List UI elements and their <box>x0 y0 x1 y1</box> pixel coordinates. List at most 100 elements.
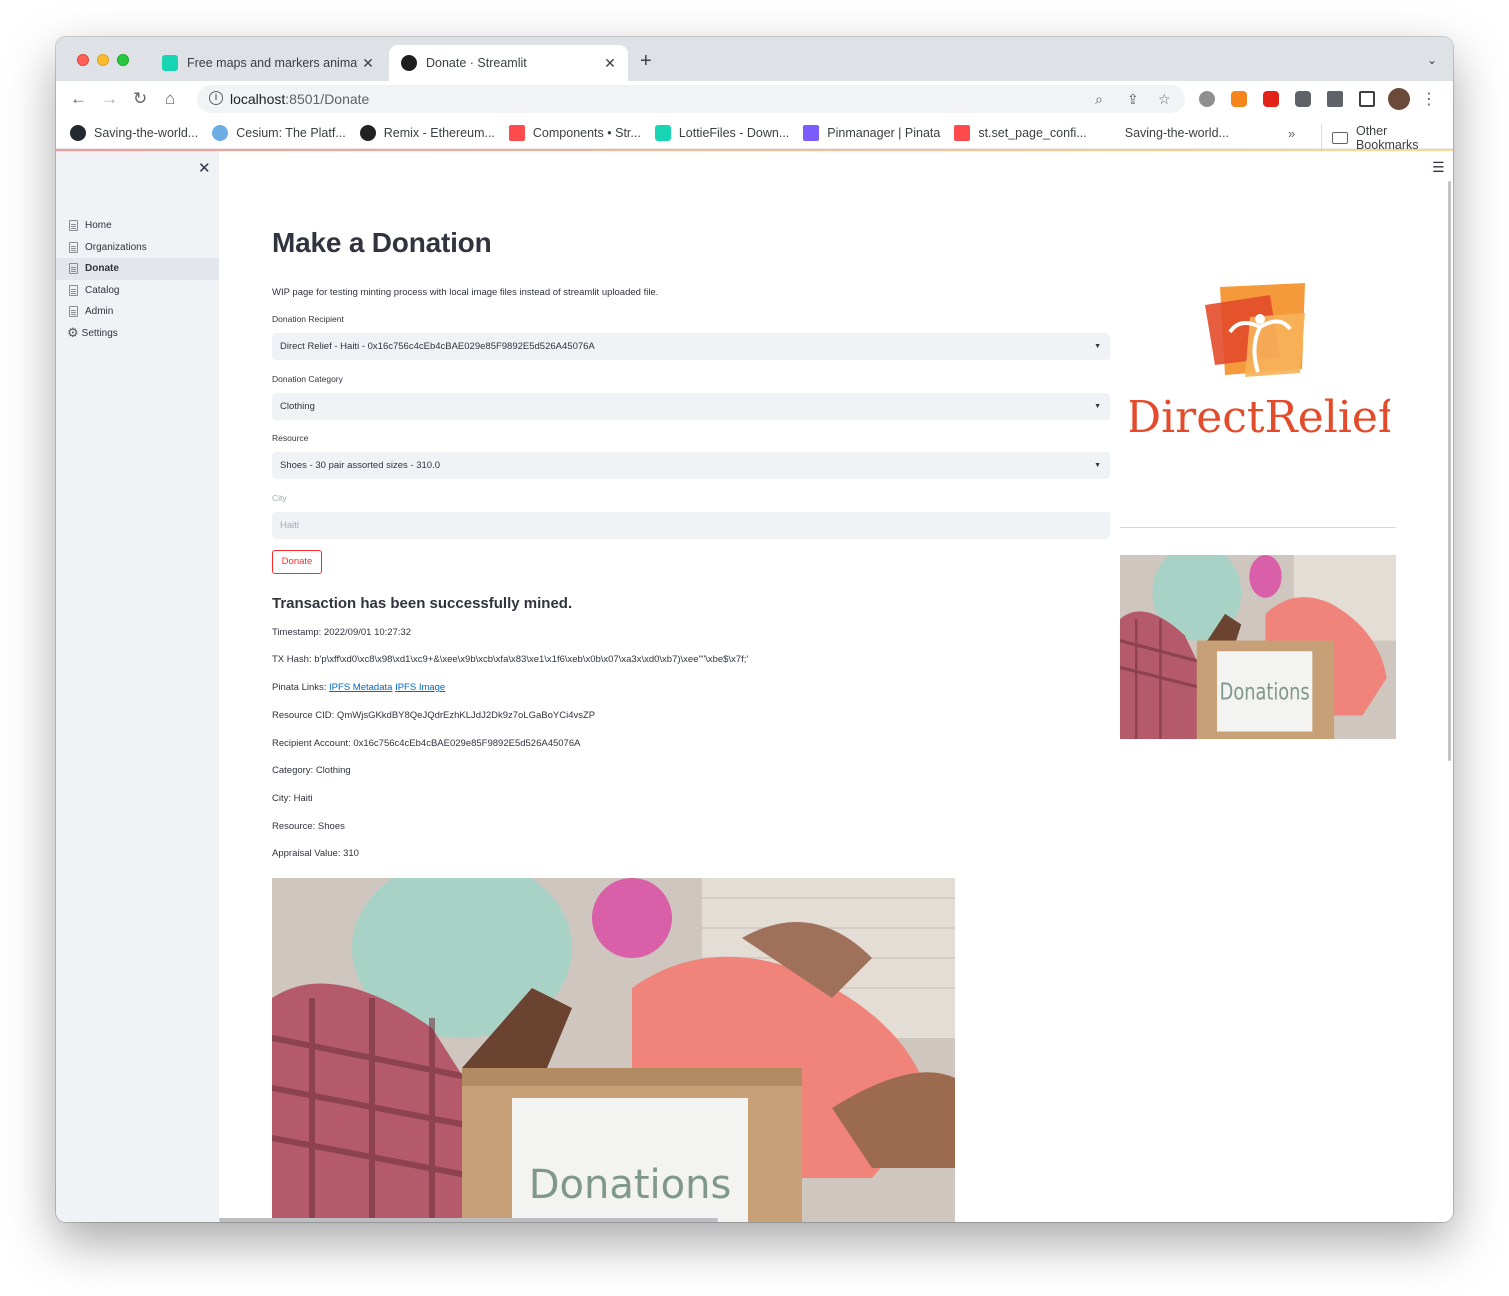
timestamp-text: Timestamp: 2022/09/01 10:27:32 <box>272 627 412 638</box>
tab-free-maps[interactable]: Free maps and markers animat ✕ <box>150 45 386 81</box>
share-icon[interactable]: ⇪ <box>1127 91 1139 108</box>
zoom-icon[interactable]: ⌕ <box>1095 91 1103 108</box>
url-path: :8501/Donate <box>285 91 370 107</box>
tab-donate[interactable]: Donate · Streamlit ✕ <box>389 45 628 81</box>
folder-icon <box>1332 132 1348 144</box>
donation-thumbnail-illustration: Donations <box>1120 555 1396 739</box>
sidebar-item-admin[interactable]: Admin <box>56 301 219 323</box>
url-text[interactable]: localhost:8501/Donate <box>230 91 369 107</box>
sidebar-item-organizations[interactable]: Organizations <box>56 237 219 259</box>
address-bar[interactable]: i localhost:8501/Donate ⌕ ⇪ ☆ <box>197 85 1185 113</box>
recipient-value: Direct Relief - Haiti - 0x16c756c4cEb4cB… <box>280 341 595 352</box>
sidebar-item-settings[interactable]: ⚙ Settings <box>56 323 219 345</box>
metamask-icon[interactable] <box>1231 91 1247 107</box>
page-icon <box>69 220 78 232</box>
sidebar-item-home[interactable]: Home <box>56 215 219 237</box>
bookmark-item[interactable]: Cesium: The Platf... <box>212 125 346 141</box>
bookmark-item[interactable]: LottieFiles - Down... <box>654 125 789 141</box>
resource-label: Resource <box>272 433 309 443</box>
other-bookmarks-label: Other Bookmarks <box>1355 124 1419 152</box>
new-tab-button[interactable]: + <box>640 51 652 71</box>
reload-icon[interactable]: ↻ <box>133 89 147 109</box>
side-panel-icon[interactable] <box>1359 91 1375 107</box>
other-bookmarks[interactable]: Other Bookmarks <box>1321 124 1453 152</box>
gear-icon: ⚙ <box>67 325 79 341</box>
sidebar-item-catalog[interactable]: Catalog <box>56 280 219 302</box>
donations-box-label: Donations <box>529 1162 732 1208</box>
sidebar-item-label: Settings <box>81 327 118 339</box>
page-icon <box>69 306 78 318</box>
recipient-label: Donation Recipient <box>272 314 344 324</box>
streamlit-icon <box>508 125 525 141</box>
recipient-select[interactable]: Direct Relief - Haiti - 0x16c756c4cEb4cB… <box>272 333 1110 360</box>
tab-close-icon[interactable]: ✕ <box>358 55 378 72</box>
bookmark-label: Cesium: The Platf... <box>236 126 346 140</box>
streamlit-icon <box>954 125 971 141</box>
bookmark-label: Saving-the-world... <box>94 126 199 140</box>
tab-close-icon[interactable]: ✕ <box>600 55 620 72</box>
tab-search-chevron-icon[interactable]: ⌄ <box>1427 53 1437 67</box>
direct-relief-logo: DirectRelief <box>1126 277 1397 443</box>
extension-gear-icon[interactable] <box>1199 91 1215 107</box>
sidebar-item-label: Catalog <box>85 284 120 296</box>
bookmark-item[interactable]: Saving-the-world... <box>70 125 198 141</box>
donate-button[interactable]: Donate <box>272 550 322 574</box>
browser-menu-icon[interactable]: ⋮ <box>1421 89 1437 109</box>
window-zoom-button[interactable] <box>117 54 129 66</box>
window-minimize-button[interactable] <box>97 54 109 66</box>
page-icon <box>69 284 78 296</box>
back-arrow-icon[interactable]: ← <box>70 89 87 109</box>
browser-toolbar: ← → ↻ ⌂ i localhost:8501/Donate ⌕ ⇪ ☆ ⋮ <box>56 81 1453 118</box>
extension-cube-icon[interactable] <box>1295 91 1311 107</box>
vertical-scrollbar[interactable] <box>1448 181 1451 761</box>
page-title: Make a Donation <box>272 227 492 258</box>
direct-relief-logo-graphic: DirectRelief <box>1126 283 1397 443</box>
github-icon <box>70 125 86 141</box>
sidebar-item-donate[interactable]: Donate <box>56 258 219 280</box>
bookmark-item[interactable]: Pinmanager | Pinata <box>803 125 940 141</box>
appraisal-text: Appraisal Value: 310 <box>272 848 359 859</box>
donation-photo-thumbnail: Donations <box>1120 555 1396 739</box>
extension-red-icon[interactable] <box>1263 91 1279 107</box>
bookmarks-bar: Saving-the-world... Cesium: The Platf...… <box>56 118 1453 152</box>
ipfs-image-link[interactable]: IPFS Image <box>395 682 445 693</box>
streamlit-crown-icon <box>401 55 417 71</box>
resource-select[interactable]: Shoes - 30 pair assorted sizes - 310.0 ▼ <box>272 452 1110 479</box>
sidebar-close-icon[interactable]: ✕ <box>198 159 211 177</box>
thumbnail-box-label: Donations <box>1220 678 1310 705</box>
bookmark-star-icon[interactable]: ☆ <box>1158 91 1171 108</box>
more-bookmarks-chevron-icon[interactable]: » <box>1288 126 1295 141</box>
puzzle-icon[interactable] <box>1327 91 1343 107</box>
forward-arrow-icon[interactable]: → <box>101 89 118 109</box>
tab-strip: Free maps and markers animat ✕ Donate · … <box>56 37 1453 81</box>
sidebar-item-label: Organizations <box>85 241 147 253</box>
home-icon[interactable]: ⌂ <box>165 89 175 109</box>
page-description: WIP page for testing minting process wit… <box>272 287 659 298</box>
lottie-icon <box>162 55 178 71</box>
success-heading: Transaction has been successfully mined. <box>272 595 573 612</box>
tab-title: Donate · Streamlit <box>426 56 527 70</box>
lottie-icon <box>654 125 671 141</box>
profile-avatar[interactable] <box>1388 88 1410 110</box>
horizontal-scrollbar[interactable] <box>219 1218 718 1222</box>
window-close-button[interactable] <box>77 54 89 66</box>
category-select[interactable]: Clothing ▼ <box>272 393 1110 420</box>
sidebar-item-label: Home <box>85 220 112 232</box>
ipfs-metadata-link[interactable]: IPFS Metadata <box>329 682 392 693</box>
pinata-icon <box>803 125 820 141</box>
bookmark-item[interactable]: Components • Str... <box>508 125 641 141</box>
bookmark-item[interactable]: Remix - Ethereum... <box>359 125 495 141</box>
cesium-icon <box>212 125 229 141</box>
resource-value: Shoes - 30 pair assorted sizes - 310.0 <box>280 460 441 471</box>
chevron-down-icon: ▼ <box>1094 343 1101 350</box>
resource-cid-text: Resource CID: QmWjsGKkdBY8QeJQdrEzhKLJdJ… <box>272 710 596 721</box>
bookmark-item[interactable]: Saving-the-world... <box>1100 125 1229 141</box>
blank-icon <box>1100 125 1117 141</box>
url-host: localhost <box>230 91 286 107</box>
bookmark-item[interactable]: st.set_page_confi... <box>954 125 1087 141</box>
site-info-icon[interactable]: i <box>209 91 223 105</box>
sidebar-item-label: Admin <box>85 306 114 318</box>
city-text: City: Haiti <box>272 793 313 804</box>
donation-photo: Donations <box>272 878 955 1222</box>
sidebar-nav: Home Organizations Donate Catalog Admin … <box>56 215 219 344</box>
